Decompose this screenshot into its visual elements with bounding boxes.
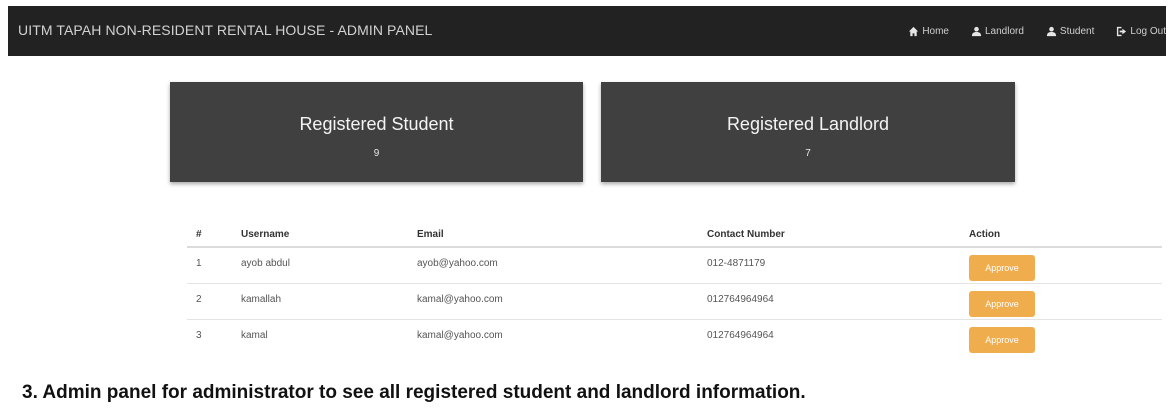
approve-button[interactable]: Approve	[969, 327, 1035, 353]
registered-landlord-card: Registered Landlord 7	[601, 82, 1015, 182]
row-number: 3	[196, 330, 202, 341]
row-email: kamal@yahoo.com	[417, 294, 503, 305]
row-contact: 012764964964	[707, 330, 774, 341]
card-title: Registered Landlord	[726, 114, 890, 134]
screenshot-frame: UITM TAPAH NON-RESIDENT RENTAL HOUSE - A…	[0, 0, 1172, 418]
nav-student-link[interactable]: Student	[1046, 26, 1094, 37]
header-number: #	[196, 229, 202, 240]
users-table: # Username Email Contact Number Action 1…	[187, 218, 1162, 355]
row-email: ayob@yahoo.com	[417, 258, 498, 269]
user-icon	[1046, 26, 1057, 36]
logout-icon	[1117, 26, 1127, 36]
card-count: 9	[373, 148, 380, 159]
approve-button[interactable]: Approve	[969, 255, 1035, 281]
approve-button[interactable]: Approve	[969, 291, 1035, 317]
row-username: kamal	[241, 330, 268, 341]
nav-links: Home Landlord Student Log Out	[886, 6, 1166, 56]
top-navbar: UITM TAPAH NON-RESIDENT RENTAL HOUSE - A…	[8, 6, 1166, 56]
table-row: 3 kamal kamal@yahoo.com 012764964964 App…	[187, 320, 1162, 355]
nav-logout-link[interactable]: Log Out	[1116, 26, 1166, 37]
card-count: 7	[805, 148, 811, 159]
nav-logout-label: Log Out	[1130, 25, 1166, 37]
header-contact: Contact Number	[707, 229, 785, 240]
header-email: Email	[417, 229, 444, 240]
table-header: # Username Email Contact Number Action	[187, 218, 1162, 248]
header-username: Username	[241, 229, 290, 240]
nav-landlord-label: Landlord	[985, 25, 1024, 37]
row-username: ayob abdul	[241, 258, 290, 269]
nav-home-label: Home	[922, 25, 949, 37]
table-row: 1 ayob abdul ayob@yahoo.com 012-4871179 …	[187, 248, 1162, 284]
home-icon	[909, 26, 919, 36]
card-title: Registered Student	[299, 114, 454, 134]
user-icon	[971, 26, 982, 36]
figure-caption: 3. Admin panel for administrator to see …	[22, 382, 806, 403]
nav-student-label: Student	[1059, 25, 1095, 37]
row-number: 1	[196, 258, 202, 269]
row-username: kamallah	[241, 294, 282, 305]
row-email: kamal@yahoo.com	[417, 330, 503, 341]
header-action: Action	[969, 229, 1001, 240]
row-number: 2	[196, 294, 202, 305]
row-contact: 012764964964	[707, 294, 774, 305]
table-row: 2 kamallah kamal@yahoo.com 012764964964 …	[187, 284, 1162, 320]
app-title[interactable]: UITM TAPAH NON-RESIDENT RENTAL HOUSE - A…	[18, 22, 432, 38]
registered-student-card: Registered Student 9	[170, 82, 583, 182]
nav-landlord-link[interactable]: Landlord	[971, 26, 1024, 37]
nav-home-link[interactable]: Home	[908, 26, 949, 37]
row-contact: 012-4871179	[707, 258, 766, 269]
